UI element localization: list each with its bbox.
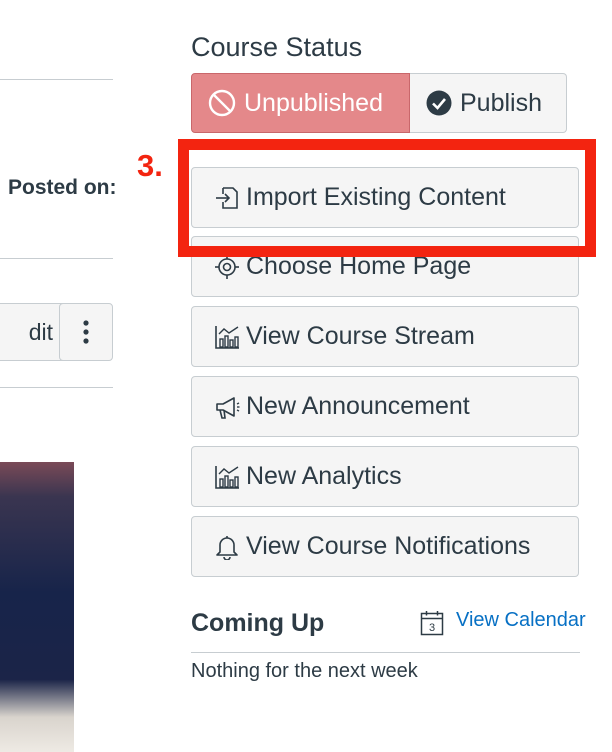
view-course-notifications-button[interactable]: View Course Notifications xyxy=(191,516,579,577)
more-options-button[interactable] xyxy=(59,303,113,361)
prohibited-icon xyxy=(208,89,236,117)
divider xyxy=(191,652,580,653)
divider xyxy=(0,79,113,80)
edit-button-label: dit xyxy=(28,318,53,345)
action-label: New Analytics xyxy=(246,462,402,490)
bell-icon xyxy=(216,535,238,560)
divider xyxy=(0,258,113,259)
new-analytics-button[interactable]: New Analytics xyxy=(191,446,579,507)
megaphone-icon xyxy=(216,396,240,419)
annotation-highlight-box xyxy=(178,139,596,257)
coming-up-heading: Coming Up xyxy=(191,609,325,637)
new-announcement-button[interactable]: New Announcement xyxy=(191,376,579,437)
action-label: New Announcement xyxy=(246,392,470,420)
unpublished-label: Unpublished xyxy=(244,88,383,117)
divider xyxy=(0,387,113,388)
annotation-step-number: 3. xyxy=(137,148,163,183)
course-status-title: Course Status xyxy=(191,32,363,62)
view-calendar-link[interactable]: View Calendar xyxy=(456,609,586,632)
unpublished-button[interactable]: Unpublished xyxy=(191,73,410,133)
coming-up-empty-message: Nothing for the next week xyxy=(191,660,418,682)
action-label: View Course Notifications xyxy=(246,532,531,560)
view-course-stream-button[interactable]: View Course Stream xyxy=(191,306,579,367)
calendar-icon-day: 3 xyxy=(429,622,435,634)
analytics-icon xyxy=(215,325,239,349)
analytics-icon xyxy=(215,465,239,489)
target-icon xyxy=(215,254,239,279)
posted-on-label: Posted on: xyxy=(8,176,117,199)
vertical-ellipsis-icon xyxy=(83,320,89,344)
calendar-icon: 3 xyxy=(420,611,444,636)
course-image xyxy=(0,462,74,752)
action-label: View Course Stream xyxy=(246,322,475,350)
check-circle-icon xyxy=(426,90,452,116)
publish-label: Publish xyxy=(460,88,542,117)
publish-button[interactable]: Publish xyxy=(410,73,567,133)
